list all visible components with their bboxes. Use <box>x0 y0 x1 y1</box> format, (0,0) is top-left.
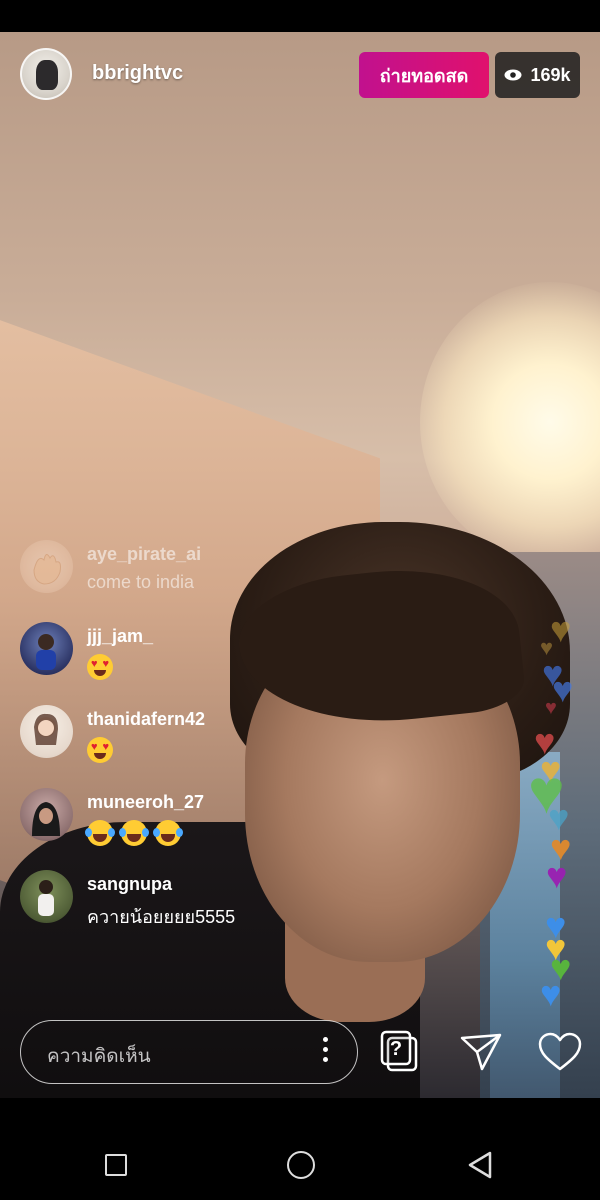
status-bar <box>0 0 600 32</box>
system-nav-bar <box>0 1098 600 1200</box>
comment-text <box>87 737 116 763</box>
heart-icon: ♥ <box>540 973 562 1014</box>
commenter-avatar[interactable] <box>20 622 73 675</box>
viewer-count: 169k <box>530 64 571 85</box>
heart-icon: ♥ <box>546 855 568 896</box>
more-vertical-icon[interactable] <box>323 1037 329 1067</box>
heart-eyes-emoji-icon <box>87 654 113 680</box>
commenter-username[interactable]: muneeroh_27 <box>87 792 204 813</box>
live-badge: ถ่ายทอดสด <box>359 52 489 98</box>
comment-text: come to india <box>87 572 195 592</box>
commenter-avatar[interactable] <box>20 788 73 841</box>
broadcaster-avatar[interactable] <box>20 48 72 100</box>
home-icon[interactable] <box>287 1151 315 1179</box>
comment-text <box>87 654 116 680</box>
comment-input[interactable]: ความคิดเห็น <box>20 1020 358 1084</box>
eye-icon <box>504 69 522 81</box>
commenter-avatar[interactable] <box>20 540 73 593</box>
heart-eyes-emoji-icon <box>87 737 113 763</box>
broadcaster-username[interactable]: bbrightvc <box>92 62 183 85</box>
send-icon[interactable] <box>460 1032 502 1072</box>
heart-icon[interactable] <box>537 1032 583 1072</box>
comment-item[interactable]: jjj_jam_ <box>20 622 340 680</box>
tears-of-joy-emoji-icon <box>119 820 150 846</box>
recent-apps-icon[interactable] <box>105 1154 127 1176</box>
commenter-avatar[interactable] <box>20 705 73 758</box>
comment-text <box>85 820 184 846</box>
back-icon[interactable] <box>466 1150 496 1180</box>
comment-item[interactable]: muneeroh_27 <box>20 788 340 846</box>
commenter-username[interactable]: sangnupa <box>87 874 172 895</box>
svg-text:?: ? <box>390 1038 402 1060</box>
heart-icon: ♥ <box>550 609 572 650</box>
commenter-username[interactable]: aye_pirate_ai <box>87 544 201 565</box>
comment-item[interactable]: thanidafern42 <box>20 705 340 763</box>
comment-placeholder: ความคิดเห็น <box>47 1046 151 1067</box>
viewer-count-badge[interactable]: 169k <box>495 52 580 98</box>
tears-of-joy-emoji-icon <box>85 820 115 846</box>
commenter-username[interactable]: thanidafern42 <box>87 709 205 730</box>
question-sticker-icon[interactable]: ? <box>380 1030 420 1074</box>
comment-item[interactable]: sangnupa ควายน้อยยยย5555 <box>20 870 340 927</box>
commenter-username[interactable]: jjj_jam_ <box>87 626 153 647</box>
comment-item[interactable]: aye_pirate_ai come to india <box>20 540 340 596</box>
tears-of-joy-emoji-icon <box>153 820 184 846</box>
comment-text: ควายน้อยยยย5555 <box>87 907 236 927</box>
commenter-avatar[interactable] <box>20 870 73 923</box>
